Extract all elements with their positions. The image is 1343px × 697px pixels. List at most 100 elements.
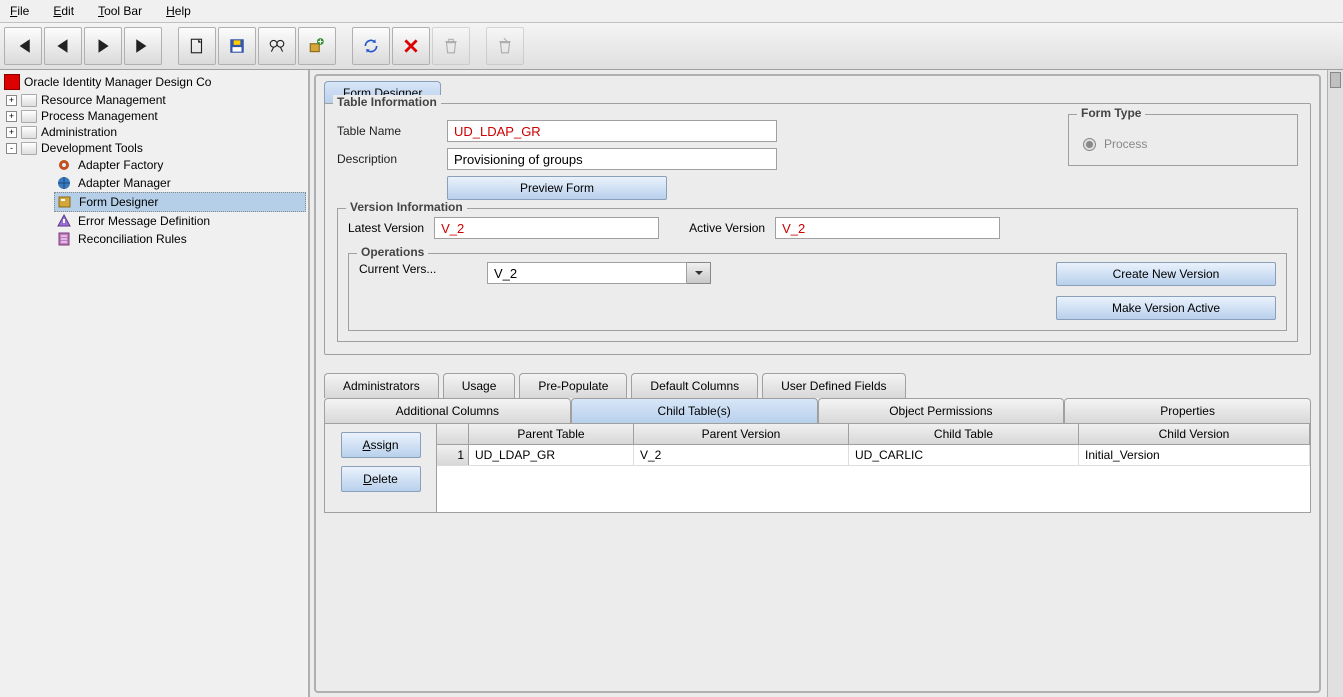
tab-user-defined-fields[interactable]: User Defined Fields bbox=[762, 373, 905, 398]
col-parent-table[interactable]: Parent Table bbox=[469, 424, 634, 444]
folder-icon bbox=[21, 110, 37, 123]
grid-header: Parent Table Parent Version Child Table … bbox=[437, 424, 1310, 445]
tree-label: Process Management bbox=[41, 109, 158, 123]
tree-leaf-label: Form Designer bbox=[79, 195, 158, 209]
tab-additional-columns[interactable]: Additional Columns bbox=[324, 398, 571, 423]
button-label: Preview Form bbox=[520, 181, 594, 195]
tree-leaf-recon-rules[interactable]: Reconciliation Rules bbox=[54, 230, 306, 248]
radio-label: Process bbox=[1104, 137, 1147, 151]
save-button[interactable] bbox=[218, 27, 256, 65]
menu-help[interactable]: Help bbox=[160, 2, 197, 20]
tab-pre-populate[interactable]: Pre-Populate bbox=[519, 373, 627, 398]
assign-button[interactable] bbox=[298, 27, 336, 65]
child-tables-grid: AAssignssign Delete Parent Table Parent … bbox=[324, 423, 1311, 513]
tab-object-permissions[interactable]: Object Permissions bbox=[818, 398, 1065, 423]
next-button[interactable] bbox=[84, 27, 122, 65]
description-field[interactable] bbox=[447, 148, 777, 170]
collapse-icon[interactable]: - bbox=[6, 143, 17, 154]
last-button[interactable] bbox=[124, 27, 162, 65]
menu-edit[interactable]: Edit bbox=[47, 2, 80, 20]
description-label: Description bbox=[337, 152, 437, 166]
tree-leaf-label: Adapter Factory bbox=[78, 158, 163, 172]
expand-icon[interactable]: + bbox=[6, 111, 17, 122]
vertical-scrollbar[interactable] bbox=[1327, 70, 1343, 697]
row-number: 1 bbox=[437, 445, 469, 465]
tree-root-label: Oracle Identity Manager Design Co bbox=[24, 75, 211, 89]
tab-usage[interactable]: Usage bbox=[443, 373, 516, 398]
cell-child-table: UD_CARLIC bbox=[849, 445, 1079, 465]
content-area: Form Designer Table Information Form Typ… bbox=[310, 70, 1343, 697]
tree-label: Resource Management bbox=[41, 93, 166, 107]
tree-label: Development Tools bbox=[41, 141, 143, 155]
tree-leaf-adapter-manager[interactable]: Adapter Manager bbox=[54, 174, 306, 192]
folder-icon bbox=[21, 142, 37, 155]
assign-row-button[interactable]: AAssignssign bbox=[341, 432, 421, 458]
tab-administrators[interactable]: Administrators bbox=[324, 373, 439, 398]
tablename-field[interactable] bbox=[447, 120, 777, 142]
tree-leaf-form-designer[interactable]: Form Designer bbox=[54, 192, 306, 212]
button-label: Create New Version bbox=[1113, 267, 1220, 281]
globe-icon bbox=[56, 175, 72, 191]
col-parent-version[interactable]: Parent Version bbox=[634, 424, 849, 444]
refresh-button[interactable] bbox=[352, 27, 390, 65]
cell-parent-version: V_2 bbox=[634, 445, 849, 465]
table-row[interactable]: 1 UD_LDAP_GR V_2 UD_CARLIC Initial_Versi… bbox=[437, 445, 1310, 466]
tree-item-administration[interactable]: + Administration bbox=[2, 124, 306, 140]
current-version-value[interactable] bbox=[487, 262, 687, 284]
tab-child-tables[interactable]: Child Table(s) bbox=[571, 398, 818, 423]
delete-row-button[interactable]: Delete bbox=[341, 466, 421, 492]
tree-leaf-adapter-factory[interactable]: Adapter Factory bbox=[54, 156, 306, 174]
make-version-active-button[interactable]: Make Version Active bbox=[1056, 296, 1276, 320]
cancel-button[interactable] bbox=[392, 27, 430, 65]
cell-child-version: Initial_Version bbox=[1079, 445, 1310, 465]
groupbox-title-formtype: Form Type bbox=[1077, 106, 1145, 120]
tree-item-resource-mgmt[interactable]: + Resource Management bbox=[2, 92, 306, 108]
menubar: FFileile Edit Tool Bar Help bbox=[0, 0, 1343, 23]
tree-label: Administration bbox=[41, 125, 117, 139]
col-child-table[interactable]: Child Table bbox=[849, 424, 1079, 444]
notes-button[interactable] bbox=[486, 27, 524, 65]
tab-default-columns[interactable]: Default Columns bbox=[631, 373, 758, 398]
toolbar bbox=[0, 23, 1343, 70]
menu-toolbar[interactable]: Tool Bar bbox=[92, 2, 148, 20]
menu-file[interactable]: FFileile bbox=[4, 2, 35, 20]
active-version-label: Active Version bbox=[689, 221, 765, 235]
tree-root[interactable]: Oracle Identity Manager Design Co bbox=[2, 72, 306, 92]
current-version-label: Current Vers... bbox=[359, 262, 477, 276]
tab-properties[interactable]: Properties bbox=[1064, 398, 1311, 423]
tree-sidebar: Oracle Identity Manager Design Co + Reso… bbox=[0, 70, 310, 697]
folder-icon bbox=[21, 94, 37, 107]
groupbox-title-operations: Operations bbox=[357, 245, 428, 259]
tablename-label: Table Name bbox=[337, 124, 437, 138]
prev-button[interactable] bbox=[44, 27, 82, 65]
expand-icon[interactable]: + bbox=[6, 95, 17, 106]
delete-toolbar-button[interactable] bbox=[432, 27, 470, 65]
first-button[interactable] bbox=[4, 27, 42, 65]
folder-icon bbox=[21, 126, 37, 139]
gear-icon bbox=[56, 157, 72, 173]
groupbox-title-version: Version Information bbox=[346, 200, 467, 214]
new-button[interactable] bbox=[178, 27, 216, 65]
col-child-version[interactable]: Child Version bbox=[1079, 424, 1310, 444]
radio-process[interactable] bbox=[1083, 138, 1096, 151]
button-label: Make Version Active bbox=[1112, 301, 1220, 315]
cell-parent-table: UD_LDAP_GR bbox=[469, 445, 634, 465]
create-new-version-button[interactable]: Create New Version bbox=[1056, 262, 1276, 286]
tree-item-process-mgmt[interactable]: + Process Management bbox=[2, 108, 306, 124]
search-button[interactable] bbox=[258, 27, 296, 65]
tree-leaf-label: Adapter Manager bbox=[78, 176, 171, 190]
tree-item-devtools[interactable]: - Development Tools bbox=[2, 140, 306, 156]
active-version-field[interactable] bbox=[775, 217, 1000, 239]
preview-form-button[interactable]: Preview Form bbox=[447, 176, 667, 200]
tree-leaf-label: Error Message Definition bbox=[78, 214, 210, 228]
tree-leaf-error-msg[interactable]: Error Message Definition bbox=[54, 212, 306, 230]
current-version-dropdown[interactable] bbox=[487, 262, 711, 284]
latest-version-label: Latest Version bbox=[348, 221, 424, 235]
rules-icon bbox=[56, 231, 72, 247]
tree-leaf-label: Reconciliation Rules bbox=[78, 232, 187, 246]
chevron-down-icon[interactable] bbox=[687, 262, 711, 284]
expand-icon[interactable]: + bbox=[6, 127, 17, 138]
warning-icon bbox=[56, 213, 72, 229]
latest-version-field[interactable] bbox=[434, 217, 659, 239]
oracle-icon bbox=[4, 74, 20, 90]
